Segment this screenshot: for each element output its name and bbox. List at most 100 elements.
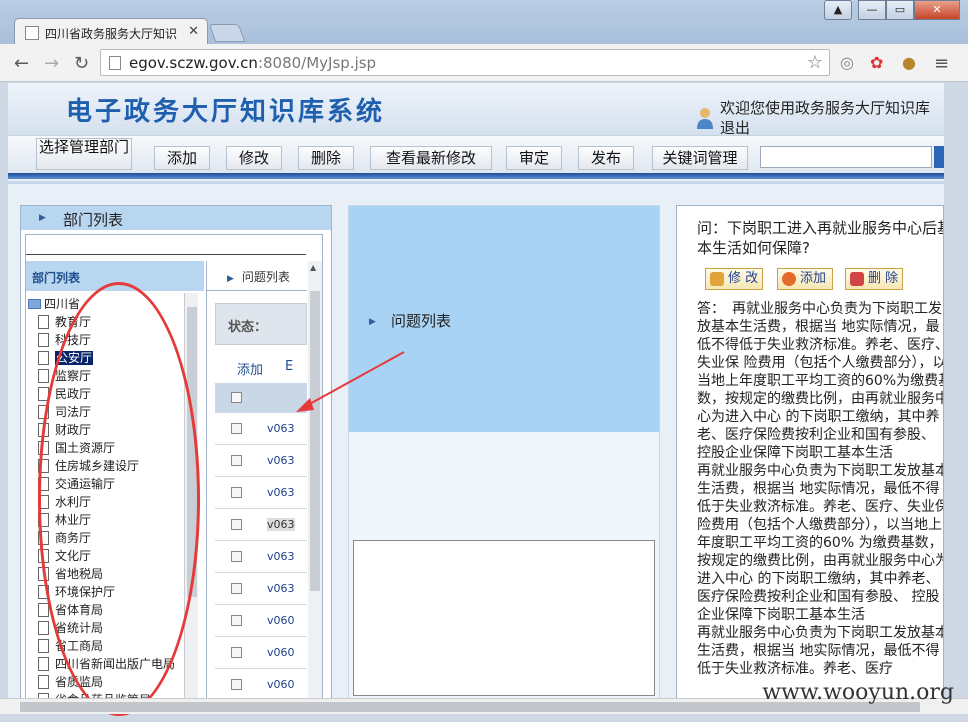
cookie-icon[interactable]: ● bbox=[902, 53, 916, 72]
document-icon bbox=[38, 657, 49, 671]
page-icon bbox=[25, 26, 39, 40]
table-row[interactable]: v063 bbox=[215, 413, 307, 445]
modify-button[interactable]: 修改 bbox=[226, 146, 282, 170]
document-icon bbox=[38, 315, 49, 329]
answer-panel: 问：下岗职工进入再就业服务中心后基本生活如何保障? 修 改 添加 删 除 答： … bbox=[676, 205, 944, 699]
extension-icon[interactable]: ✿ bbox=[870, 53, 883, 72]
document-icon bbox=[38, 333, 49, 347]
row-code[interactable]: v063 bbox=[267, 550, 295, 563]
divider bbox=[8, 181, 944, 184]
maximize-button[interactable]: ▭ bbox=[886, 0, 914, 20]
minimize-button[interactable]: — bbox=[858, 0, 886, 20]
plus-icon bbox=[782, 272, 796, 286]
page-icon bbox=[109, 56, 121, 70]
scroll-up-icon[interactable]: ▲ bbox=[310, 263, 316, 272]
wrench-icon bbox=[710, 272, 724, 286]
triangle-right-icon: ▶ bbox=[227, 274, 234, 284]
panel-header: ▶ 问题列表 bbox=[349, 206, 659, 432]
address-bar[interactable]: egov.sczw.gov.cn:8080/MyJsp.jsp ☆ bbox=[100, 49, 830, 76]
browser-tab[interactable]: 四川省政务服务大厅知识 ✕ bbox=[14, 18, 208, 46]
row-checkbox[interactable] bbox=[231, 423, 242, 434]
table-row[interactable]: v063 bbox=[215, 477, 307, 509]
edit-question-link[interactable]: E bbox=[285, 359, 293, 374]
watermark: www.wooyun.org bbox=[762, 680, 954, 705]
question-content-box bbox=[353, 540, 655, 696]
table-row[interactable]: v060 bbox=[215, 637, 307, 669]
review-button[interactable]: 审定 bbox=[506, 146, 562, 170]
close-window-button[interactable]: ✕ bbox=[914, 0, 960, 20]
table-header bbox=[215, 383, 307, 413]
table-row[interactable]: v063 bbox=[215, 509, 307, 541]
row-checkbox[interactable] bbox=[231, 551, 242, 562]
row-checkbox[interactable] bbox=[231, 487, 242, 498]
tree-root[interactable]: 四川省 bbox=[28, 295, 80, 312]
row-checkbox[interactable] bbox=[231, 455, 242, 466]
question-list-frame: ▶ 问题列表 状态： 添加 E v063 v063 v063 v063 v063 v063 v… bbox=[206, 261, 307, 699]
select-department-button[interactable]: 选择管理部门 bbox=[36, 138, 132, 170]
search-button[interactable] bbox=[934, 146, 944, 168]
row-code[interactable]: v063 bbox=[267, 454, 295, 467]
keyword-manage-button[interactable]: 关键词管理 bbox=[652, 146, 748, 170]
row-code[interactable]: v063 bbox=[267, 582, 295, 595]
table-row[interactable]: v063 bbox=[215, 541, 307, 573]
add-question-link[interactable]: 添加 bbox=[237, 359, 263, 378]
row-code[interactable]: v063 bbox=[267, 486, 295, 499]
answer-text: 答： 再就业服务中心负责为下岗职工发放基本生活费，根据当 地实际情况，最低不得低… bbox=[697, 301, 944, 677]
user-icon bbox=[697, 108, 713, 129]
browser-tabstrip: 四川省政务服务大厅知识 ✕ ▲ — ▭ ✕ bbox=[0, 0, 968, 46]
delete-answer-button[interactable]: 删 除 bbox=[845, 268, 903, 290]
close-icon[interactable]: ✕ bbox=[188, 24, 199, 39]
add-button[interactable]: 添加 bbox=[154, 146, 210, 170]
status-filter: 状态： bbox=[215, 303, 307, 345]
row-checkbox[interactable] bbox=[231, 519, 242, 530]
panel-title: 部门列表 bbox=[63, 211, 124, 229]
opera-icon[interactable]: ◎ bbox=[840, 53, 854, 72]
profile-icon[interactable]: ▲ bbox=[824, 0, 852, 20]
select-all-checkbox[interactable] bbox=[231, 392, 242, 403]
publish-button[interactable]: 发布 bbox=[578, 146, 634, 170]
star-icon[interactable]: ☆ bbox=[807, 52, 823, 73]
document-icon bbox=[38, 369, 49, 383]
row-code[interactable]: v060 bbox=[267, 678, 295, 691]
panel-header: ▶ 部门列表 bbox=[21, 206, 331, 230]
row-checkbox[interactable] bbox=[231, 583, 242, 594]
row-code[interactable]: v060 bbox=[267, 646, 295, 659]
row-code[interactable]: v063 bbox=[267, 518, 295, 531]
new-tab-button[interactable] bbox=[208, 24, 246, 42]
add-answer-button[interactable]: 添加 bbox=[777, 268, 833, 290]
scroll-thumb[interactable] bbox=[310, 291, 320, 591]
question-list-scrollbar[interactable]: ▲ bbox=[308, 261, 322, 699]
table-row[interactable]: v060 bbox=[215, 605, 307, 637]
row-checkbox[interactable] bbox=[231, 647, 242, 658]
browser-toolbar: ← → ↻ egov.sczw.gov.cn:8080/MyJsp.jsp ☆ … bbox=[0, 44, 968, 82]
delete-button[interactable]: 删除 bbox=[298, 146, 354, 170]
site-title: 电子政务大厅知识库系统 bbox=[66, 97, 386, 127]
back-icon[interactable]: ← bbox=[14, 53, 29, 74]
document-icon bbox=[38, 675, 49, 689]
folder-icon bbox=[28, 299, 41, 309]
divider bbox=[8, 173, 944, 179]
tab-question-list[interactable]: ▶ 问题列表 bbox=[207, 261, 307, 291]
row-checkbox[interactable] bbox=[231, 679, 242, 690]
document-icon bbox=[38, 621, 49, 635]
welcome-text: 欢迎您使用政务服务大厅知识库 bbox=[720, 99, 931, 117]
url-text: egov.sczw.gov.cn:8080/MyJsp.jsp bbox=[129, 54, 377, 72]
window-controls: ▲ — ▭ ✕ bbox=[824, 0, 960, 20]
reload-icon[interactable]: ↻ bbox=[74, 53, 89, 74]
search-input[interactable] bbox=[760, 146, 932, 168]
table-row[interactable]: v063 bbox=[215, 573, 307, 605]
view-latest-button[interactable]: 查看最新修改 bbox=[370, 146, 492, 170]
tab-title: 四川省政务服务大厅知识 bbox=[45, 27, 178, 41]
document-icon bbox=[38, 639, 49, 653]
modify-answer-button[interactable]: 修 改 bbox=[705, 268, 763, 290]
forward-icon[interactable]: → bbox=[44, 53, 59, 74]
menu-icon[interactable]: ≡ bbox=[934, 53, 949, 74]
question-list-panel: ▶ 问题列表 bbox=[348, 205, 660, 699]
table-row[interactable]: v063 bbox=[215, 445, 307, 477]
document-icon bbox=[38, 351, 49, 365]
table-row[interactable]: v060 bbox=[215, 669, 307, 699]
row-code[interactable]: v063 bbox=[267, 422, 295, 435]
row-checkbox[interactable] bbox=[231, 615, 242, 626]
frame-top bbox=[26, 235, 306, 255]
row-code[interactable]: v060 bbox=[267, 614, 295, 627]
